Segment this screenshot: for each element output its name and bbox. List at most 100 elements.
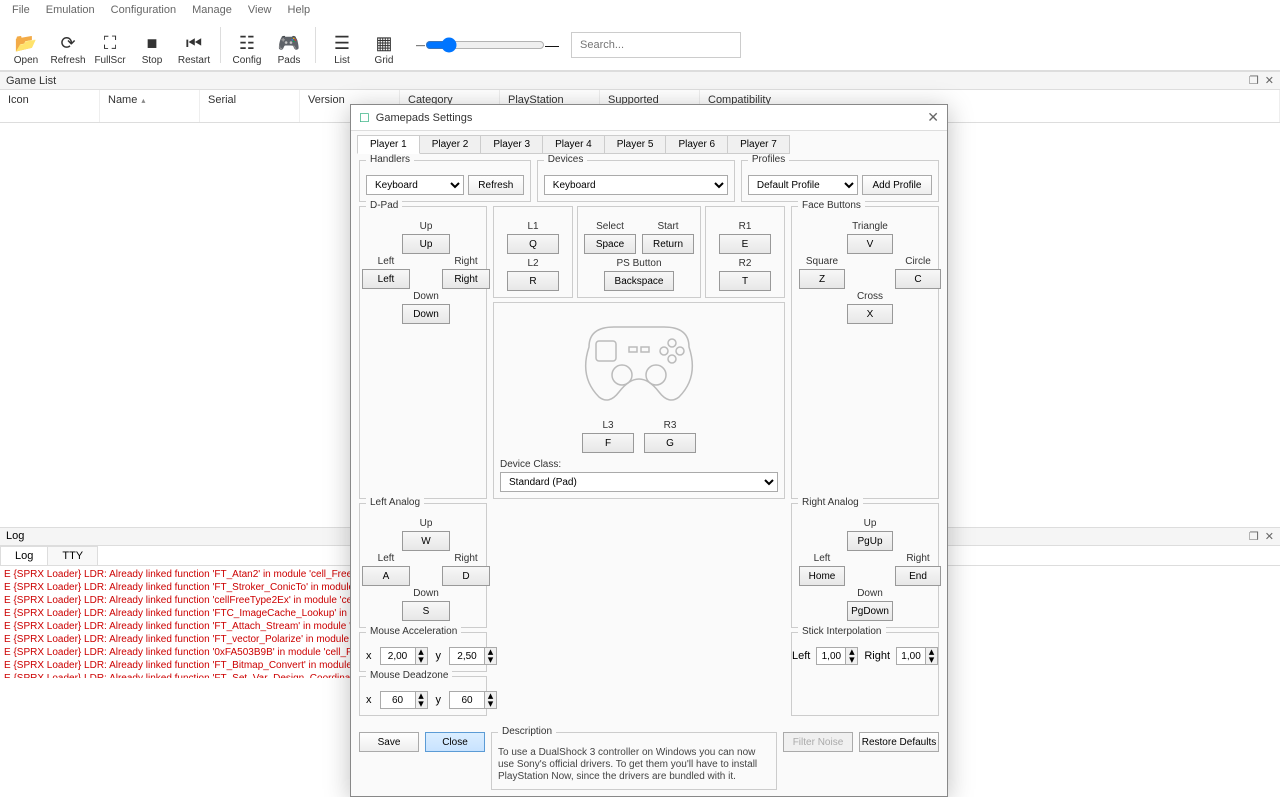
ra-down-button[interactable]: PgDown bbox=[847, 601, 893, 621]
tab-player4[interactable]: Player 4 bbox=[542, 135, 605, 154]
gamepads-dialog: ☐ Gamepads Settings ✕ Player 1 Player 2 … bbox=[350, 104, 948, 797]
maccel-x-spinner[interactable]: ▴▾ bbox=[380, 647, 428, 665]
restart-button[interactable]: ⏮Restart bbox=[174, 24, 214, 66]
profiles-select[interactable]: Default Profile bbox=[748, 175, 858, 195]
devclass-label: Device Class: bbox=[500, 459, 778, 470]
log-tab-tty[interactable]: TTY bbox=[47, 546, 98, 565]
col-icon[interactable]: Icon bbox=[0, 90, 100, 122]
fullscreen-icon: ⛶ bbox=[104, 31, 117, 55]
square-button[interactable]: Z bbox=[799, 269, 845, 289]
dpad-left-button[interactable]: Left bbox=[362, 269, 410, 289]
log-close-icon[interactable]: ✕ bbox=[1265, 530, 1274, 543]
l1-button[interactable]: Q bbox=[507, 234, 559, 254]
gamelist-float-icon[interactable]: ❐ bbox=[1249, 74, 1259, 87]
close-icon[interactable]: ✕ bbox=[927, 109, 939, 126]
add-profile-button[interactable]: Add Profile bbox=[862, 175, 932, 195]
list-button[interactable]: ☰List bbox=[322, 24, 362, 66]
config-icon: ☷ bbox=[239, 31, 255, 55]
la-up-button[interactable]: W bbox=[402, 531, 450, 551]
refresh-button[interactable]: ⟳Refresh bbox=[48, 24, 88, 66]
config-button[interactable]: ☷Config bbox=[227, 24, 267, 66]
player-tabs: Player 1 Player 2 Player 3 Player 4 Play… bbox=[351, 131, 947, 154]
circle-button[interactable]: C bbox=[895, 269, 941, 289]
mouse-dz-legend: Mouse Deadzone bbox=[366, 670, 452, 681]
menu-view[interactable]: View bbox=[242, 2, 278, 18]
dpad-right-button[interactable]: Right bbox=[442, 269, 490, 289]
gamepad-icon: ☐ bbox=[359, 111, 370, 125]
ra-up-button[interactable]: PgUp bbox=[847, 531, 893, 551]
triangle-button[interactable]: V bbox=[847, 234, 893, 254]
menu-emulation[interactable]: Emulation bbox=[40, 2, 101, 18]
menu-configuration[interactable]: Configuration bbox=[105, 2, 182, 18]
menu-help[interactable]: Help bbox=[282, 2, 317, 18]
gamelist-title: Game List ❐✕ bbox=[0, 71, 1280, 90]
col-serial[interactable]: Serial bbox=[200, 90, 300, 122]
gamepad-icon: 🎮 bbox=[278, 31, 300, 55]
gamelist-close-icon[interactable]: ✕ bbox=[1265, 74, 1274, 87]
grid-icon: ▦ bbox=[375, 31, 392, 55]
mdz-x-spinner[interactable]: ▴▾ bbox=[380, 691, 428, 709]
dpad-up-button[interactable]: Up bbox=[402, 234, 450, 254]
fullscreen-button[interactable]: ⛶FullScr bbox=[90, 24, 130, 66]
tab-player2[interactable]: Player 2 bbox=[419, 135, 482, 154]
face-legend: Face Buttons bbox=[798, 200, 865, 211]
start-button[interactable]: Return bbox=[642, 234, 694, 254]
close-button[interactable]: Close bbox=[425, 732, 485, 752]
save-button[interactable]: Save bbox=[359, 732, 419, 752]
r1-button[interactable]: E bbox=[719, 234, 771, 254]
tab-player3[interactable]: Player 3 bbox=[480, 135, 543, 154]
col-name[interactable]: Name bbox=[100, 90, 200, 122]
log-tab-log[interactable]: Log bbox=[0, 546, 48, 565]
description-text: To use a DualShock 3 controller on Windo… bbox=[498, 747, 770, 783]
list-icon: ☰ bbox=[334, 31, 350, 55]
dpad-down-button[interactable]: Down bbox=[402, 304, 450, 324]
r3-button[interactable]: G bbox=[644, 433, 696, 453]
refresh-icon: ⟳ bbox=[60, 31, 75, 55]
dialog-title: Gamepads Settings bbox=[376, 112, 928, 124]
toolbar: 📂Open ⟳Refresh ⛶FullScr ■Stop ⏮Restart ☷… bbox=[0, 20, 1280, 71]
left-analog-legend: Left Analog bbox=[366, 497, 424, 508]
select-button[interactable]: Space bbox=[584, 234, 636, 254]
restore-defaults-button[interactable]: Restore Defaults bbox=[859, 732, 939, 752]
cross-button[interactable]: X bbox=[847, 304, 893, 324]
tab-player1[interactable]: Player 1 bbox=[357, 135, 420, 154]
search-input[interactable] bbox=[571, 32, 741, 58]
stick-right-spinner[interactable]: ▴▾ bbox=[896, 647, 938, 665]
handlers-select[interactable]: Keyboard bbox=[366, 175, 464, 195]
desc-legend: Description bbox=[498, 726, 556, 737]
l2-button[interactable]: R bbox=[507, 271, 559, 291]
menu-manage[interactable]: Manage bbox=[186, 2, 238, 18]
ra-left-button[interactable]: Home bbox=[799, 566, 845, 586]
icon-size-slider[interactable]: —— bbox=[416, 37, 559, 53]
folder-icon: 📂 bbox=[15, 31, 37, 55]
ps-button[interactable]: Backspace bbox=[604, 271, 674, 291]
tab-player6[interactable]: Player 6 bbox=[665, 135, 728, 154]
open-button[interactable]: 📂Open bbox=[6, 24, 46, 66]
tab-player7[interactable]: Player 7 bbox=[727, 135, 790, 154]
handlers-legend: Handlers bbox=[366, 154, 414, 165]
controller-diagram bbox=[564, 317, 714, 413]
maccel-y-spinner[interactable]: ▴▾ bbox=[449, 647, 497, 665]
la-right-button[interactable]: D bbox=[442, 566, 490, 586]
stick-left-spinner[interactable]: ▴▾ bbox=[816, 647, 858, 665]
r2-button[interactable]: T bbox=[719, 271, 771, 291]
la-left-button[interactable]: A bbox=[362, 566, 410, 586]
tab-player5[interactable]: Player 5 bbox=[604, 135, 667, 154]
menu-file[interactable]: File bbox=[6, 2, 36, 18]
grid-button[interactable]: ▦Grid bbox=[364, 24, 404, 66]
stick-interp-legend: Stick Interpolation bbox=[798, 626, 886, 637]
stop-icon: ■ bbox=[147, 31, 158, 55]
restart-icon: ⏮ bbox=[186, 31, 202, 55]
devclass-select[interactable]: Standard (Pad) bbox=[500, 472, 778, 492]
refresh-handlers-button[interactable]: Refresh bbox=[468, 175, 524, 195]
mdz-y-spinner[interactable]: ▴▾ bbox=[449, 691, 497, 709]
log-float-icon[interactable]: ❐ bbox=[1249, 530, 1259, 543]
dpad-legend: D-Pad bbox=[366, 200, 402, 211]
ra-right-button[interactable]: End bbox=[895, 566, 941, 586]
stop-button[interactable]: ■Stop bbox=[132, 24, 172, 66]
l3-button[interactable]: F bbox=[582, 433, 634, 453]
la-down-button[interactable]: S bbox=[402, 601, 450, 621]
pads-button[interactable]: 🎮Pads bbox=[269, 24, 309, 66]
profiles-legend: Profiles bbox=[748, 154, 789, 165]
devices-select[interactable]: Keyboard bbox=[544, 175, 728, 195]
